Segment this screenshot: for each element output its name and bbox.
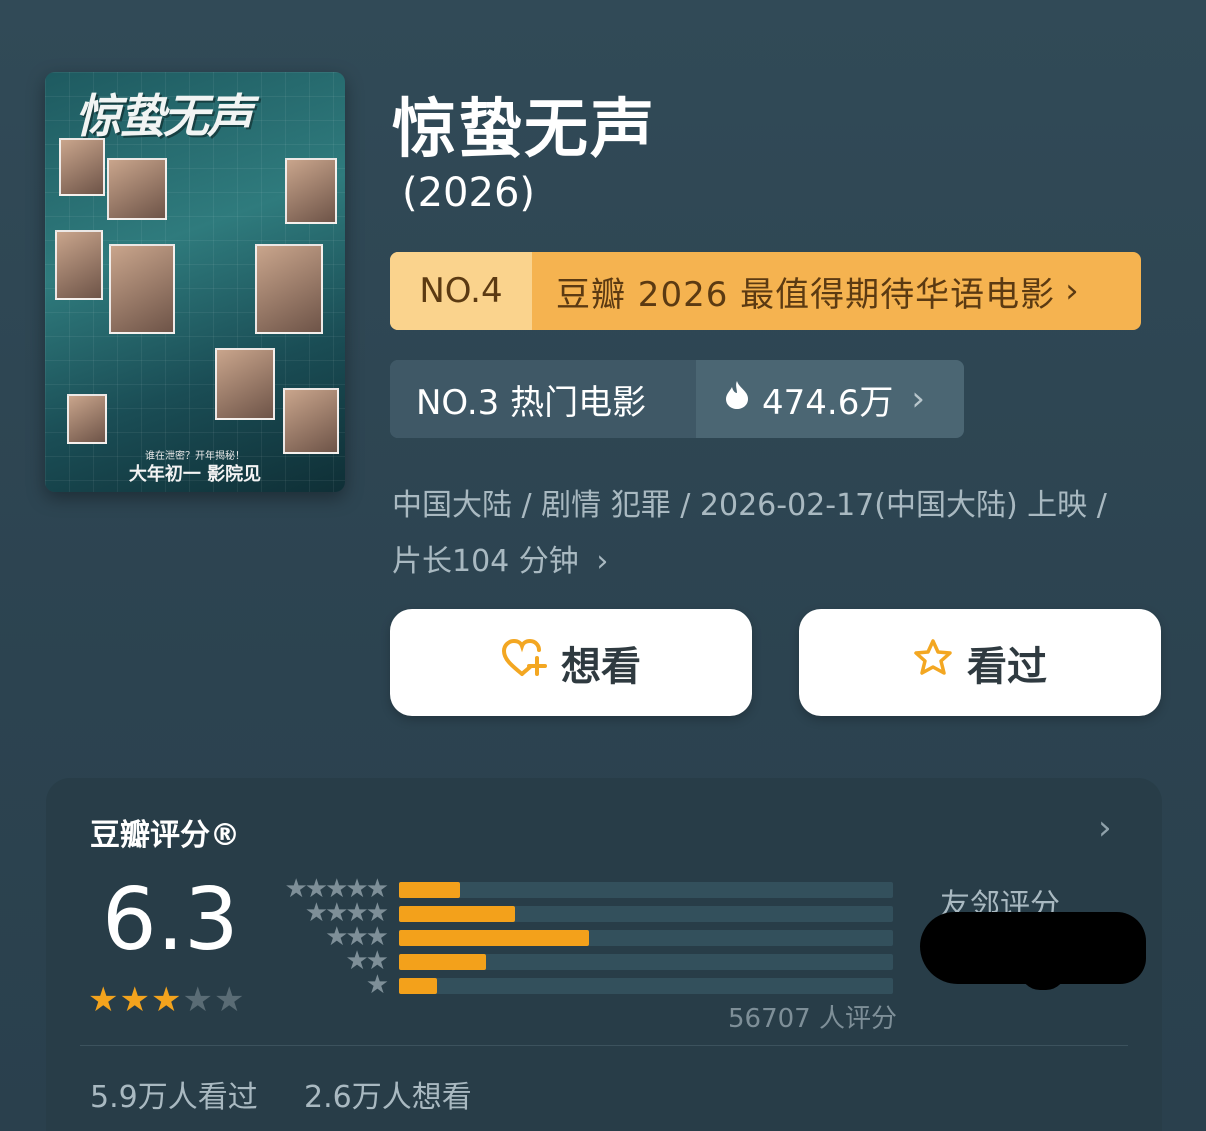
star-empty-icon: ★ (213, 980, 246, 1020)
hot-movie-banner[interactable]: NO.3 热门电影 474.6万 › (390, 360, 964, 438)
chevron-right-icon: › (1065, 271, 1080, 311)
chevron-right-icon[interactable]: › (1098, 808, 1112, 848)
movie-poster[interactable]: 惊蛰无声 谁在泄密？开年揭秘！ 大年初一 影院见 (45, 72, 345, 492)
rating-distribution-row: ★★ (276, 946, 896, 976)
poster-face (215, 348, 275, 420)
star-outline-icon (913, 638, 953, 688)
distribution-bar-track (399, 882, 893, 898)
movie-year: (2026) (402, 170, 536, 216)
rating-count: 56707 人评分 (728, 1004, 897, 1034)
rating-score: 6.3 (102, 870, 239, 970)
redaction-scribble (1020, 950, 1066, 990)
rating-distribution-row: ★ (276, 970, 896, 1000)
distribution-bar-fill (399, 978, 438, 994)
poster-face (107, 158, 167, 220)
rating-card-title: 豆瓣评分® (90, 818, 240, 853)
poster-face (285, 158, 337, 224)
heart-plus-icon (501, 638, 547, 688)
distribution-bar-fill (399, 954, 487, 970)
star-filled-icon: ★ (119, 980, 151, 1020)
star-empty-icon: ★ (182, 980, 214, 1020)
ranking-list-label: 豆瓣 2026 最值得期待华语电影 (556, 274, 1056, 315)
poster-face (283, 388, 339, 454)
watched-label: 看过 (967, 643, 1047, 690)
rating-distribution-row: ★★★★ (276, 898, 896, 928)
poster-face (67, 394, 107, 444)
chevron-right-icon: › (911, 379, 925, 419)
hot-value: 474.6万 › (696, 360, 964, 438)
meta-duration-row: 片长104 分钟 › (392, 534, 1182, 590)
rating-distribution-row: ★★★★★ (276, 874, 896, 904)
poster-face (55, 230, 103, 300)
want-to-watch-label: 想看 (561, 643, 641, 690)
ranking-list-name: 豆瓣 2026 最值得期待华语电影 › (532, 252, 1141, 330)
flame-icon (724, 380, 750, 418)
rating-distribution-row: ★★★ (276, 922, 896, 952)
poster-title-art: 惊蛰无声 (75, 89, 253, 143)
poster-face (109, 244, 175, 334)
card-divider (80, 1045, 1128, 1046)
want-to-watch-button[interactable]: 想看 (390, 609, 752, 716)
distribution-stars-label: ★ (365, 970, 389, 1000)
movie-detail-page: 惊蛰无声 谁在泄密？开年揭秘！ 大年初一 影院见 惊蛰无声 (2026) NO.… (0, 0, 1206, 1131)
movie-meta-info[interactable]: 中国大陆 / 剧情 犯罪 / 2026-02-17(中国大陆) 上映 / 片长1… (392, 478, 1182, 590)
poster-face (59, 138, 105, 196)
star-filled-icon: ★ (150, 980, 183, 1020)
ranking-list-banner[interactable]: NO.4 豆瓣 2026 最值得期待华语电影 › (390, 252, 1141, 330)
ranking-number: NO.4 (390, 252, 532, 330)
movie-title: 惊蛰无声 (392, 93, 656, 167)
distribution-bar-track (399, 930, 893, 946)
poster-release-tag: 大年初一 影院见 (128, 464, 262, 485)
hot-movie-rank: NO.3 热门电影 (390, 360, 696, 438)
rating-stars: ★★★★★ (88, 980, 245, 1020)
meta-duration: 片长104 分钟 (392, 544, 579, 579)
poster-face (255, 244, 323, 334)
want-count[interactable]: 2.6万人想看 (304, 1072, 472, 1116)
star-filled-icon: ★ (88, 980, 120, 1020)
watched-count[interactable]: 5.9万人看过 (90, 1072, 258, 1116)
hot-value-text: 474.6万 (762, 382, 894, 423)
distribution-bar-fill (399, 882, 461, 898)
distribution-bar-fill (399, 930, 590, 946)
distribution-bar-track (399, 906, 893, 922)
distribution-bar-fill (399, 906, 516, 922)
chevron-right-icon: › (596, 544, 609, 579)
distribution-bar-track (399, 954, 893, 970)
meta-line: 中国大陆 / 剧情 犯罪 / 2026-02-17(中国大陆) 上映 / (392, 488, 1107, 523)
watched-button[interactable]: 看过 (799, 609, 1161, 716)
distribution-bar-track (399, 978, 893, 994)
